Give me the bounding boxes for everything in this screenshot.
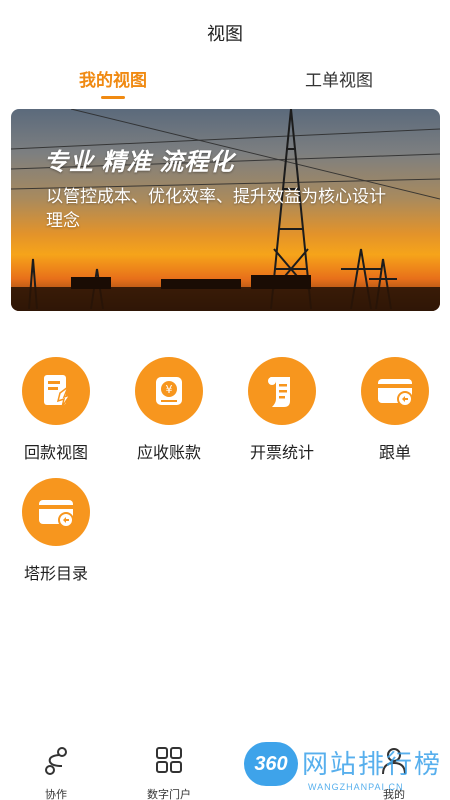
card-catalog-icon xyxy=(22,478,90,546)
grid-item-invoice-stats[interactable]: 开票统计 xyxy=(237,357,337,477)
card-follow-icon xyxy=(361,357,429,425)
nav-label: 数字门户 xyxy=(147,789,191,800)
active-tab-indicator xyxy=(101,96,125,99)
grid-portal-icon xyxy=(156,747,182,773)
view-tabs: 我的视图 工单视图 xyxy=(0,66,450,106)
site-watermark: 360 网站排行榜 WANGZHANPAI.CN xyxy=(238,738,450,800)
grid-item-label: 跟单 xyxy=(378,445,411,462)
yen-receivable-icon: ¥ xyxy=(135,357,203,425)
collaboration-icon xyxy=(45,747,67,775)
nav-label: 协作 xyxy=(45,789,67,800)
watermark-url: WANGZHANPAI.CN xyxy=(308,782,404,792)
banner-slogan: 专业 精准 流程化 xyxy=(44,149,235,176)
payment-document-icon xyxy=(22,357,90,425)
page-title: 视图 xyxy=(207,24,243,44)
tab-my-view[interactable]: 我的视图 xyxy=(33,66,193,91)
tab-work-order-view[interactable]: 工单视图 xyxy=(259,66,419,91)
grid-item-follow-order[interactable]: 跟单 xyxy=(350,357,450,477)
nav-item-digital-portal[interactable]: 数字门户 xyxy=(124,746,214,800)
grid-item-payment-view[interactable]: 回款视图 xyxy=(11,357,111,477)
watermark-text: 网站排行榜 xyxy=(302,749,443,779)
promo-banner[interactable]: 专业 精准 流程化 以管控成本、优化效率、提升效益为核心设计理念 xyxy=(11,109,440,311)
grid-item-label: 开票统计 xyxy=(249,445,314,462)
grid-item-label: 应收账款 xyxy=(136,445,201,462)
grid-item-label: 回款视图 xyxy=(23,445,88,462)
grid-item-label: 塔形目录 xyxy=(23,566,88,583)
banner-subtitle: 以管控成本、优化效率、提升效益为核心设计理念 xyxy=(46,187,386,230)
nav-item-collaboration[interactable]: 协作 xyxy=(11,746,101,800)
grid-item-receivables[interactable]: ¥ 应收账款 xyxy=(124,357,224,477)
invoice-scroll-icon xyxy=(248,357,316,425)
svg-text:¥: ¥ xyxy=(166,383,173,396)
watermark-badge: 360 xyxy=(244,742,298,786)
grid-item-tower-catalog[interactable]: 塔形目录 xyxy=(11,478,111,598)
